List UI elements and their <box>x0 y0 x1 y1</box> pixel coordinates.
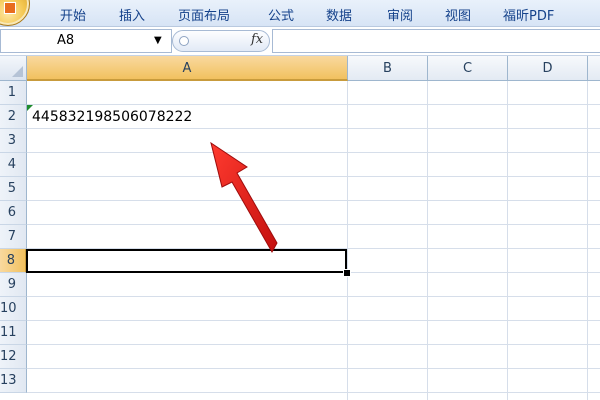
chevron-down-icon[interactable]: ▼ <box>154 35 162 46</box>
tab-review[interactable]: 审阅 <box>387 5 413 24</box>
insert-function-button[interactable]: fx <box>251 32 263 47</box>
ribbon-tab-strip: 开始 插入 页面布局 公式 数据 审阅 视图 福昕PDF <box>0 0 600 27</box>
tab-data[interactable]: 数据 <box>326 5 352 24</box>
tab-home[interactable]: 开始 <box>60 5 86 24</box>
office-logo-icon <box>4 2 16 14</box>
name-box-value: A8 <box>57 33 75 48</box>
office-button[interactable] <box>0 0 30 26</box>
tab-view[interactable]: 视图 <box>445 5 471 24</box>
name-box[interactable]: A8 ▼ <box>0 29 172 53</box>
formula-bar: A8 ▼ fx <box>0 27 600 56</box>
spreadsheet-grid: A B C D 1 2 3 4 5 6 7 8 9 10 11 12 13 44… <box>0 56 600 400</box>
tab-insert[interactable]: 插入 <box>119 5 145 24</box>
tab-page-layout[interactable]: 页面布局 <box>178 5 230 24</box>
insert-function-control: fx <box>172 30 270 52</box>
tab-foxit-pdf[interactable]: 福昕PDF <box>503 5 554 24</box>
tab-formulas[interactable]: 公式 <box>268 5 294 24</box>
formula-input[interactable] <box>272 29 600 53</box>
formula-bar-grip-icon[interactable] <box>179 36 189 46</box>
red-arrow-annotation-icon <box>210 141 278 254</box>
